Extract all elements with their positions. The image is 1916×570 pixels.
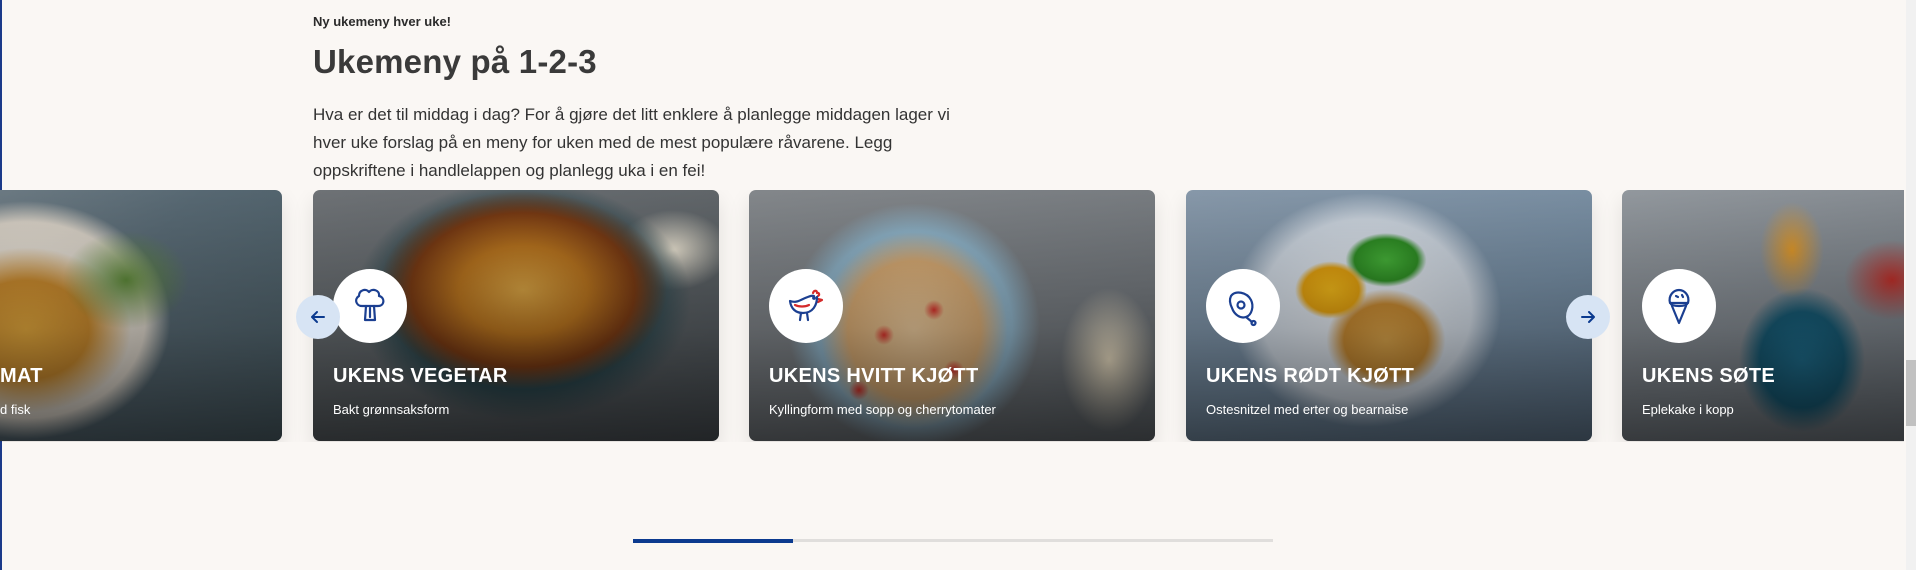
arrow-left-icon xyxy=(311,311,325,323)
recipe-card-subtitle: Kyllingform med sopp og cherrytomater xyxy=(769,402,996,417)
page-title: Ukemeny på 1-2-3 xyxy=(313,43,597,80)
scrollbar-thumb[interactable] xyxy=(1906,360,1916,426)
recipe-card-title: UKENS SØTE xyxy=(1642,365,1776,387)
image-shade xyxy=(0,190,282,441)
category-badge xyxy=(769,269,843,343)
recipe-card-red-meat[interactable]: UKENS RØDT KJØTT Ostesnitzel med erter o… xyxy=(1186,190,1592,441)
chicken-icon xyxy=(788,289,824,322)
recipe-card-title: UKENS HVITT KJØTT xyxy=(769,365,979,387)
recipe-card-white-meat[interactable]: UKENS HVITT KJØTT Kyllingform med sopp o… xyxy=(749,190,1155,441)
carousel-prev-button[interactable] xyxy=(296,295,340,339)
page-scrollbar[interactable] xyxy=(1906,0,1916,570)
eyebrow-text: Ny ukemeny hver uke! xyxy=(313,14,452,29)
recipe-card-subtitle: Bakt grønnsaksform xyxy=(333,402,450,417)
meat-leg-icon xyxy=(1228,291,1257,327)
recipe-card-subtitle: d fisk xyxy=(0,402,31,417)
recipe-card-title: UKENS VEGETAR xyxy=(333,365,508,387)
category-badge xyxy=(333,269,407,343)
weekly-menu-intro: Ny ukemeny hver uke! Ukemeny på 1-2-3 Hv… xyxy=(313,14,953,185)
intro-description: Hva er det til middag i dag? For å gjøre… xyxy=(313,105,950,180)
broccoli-icon xyxy=(355,288,385,322)
recipe-card-sweet[interactable]: UKENS SØTE Eplekake i kopp xyxy=(1622,190,1904,441)
recipe-card-vegetarian[interactable]: UKENS VEGETAR Bakt grønnsaksform xyxy=(313,190,719,441)
recipe-card-subtitle: Eplekake i kopp xyxy=(1642,402,1734,417)
carousel-progress-fill xyxy=(633,539,793,543)
recipe-card-fish[interactable]: MAT d fisk xyxy=(0,190,282,441)
recipe-card-subtitle: Ostesnitzel med erter og bearnaise xyxy=(1206,402,1409,417)
carousel-next-button[interactable] xyxy=(1566,295,1610,339)
page: Ny ukemeny hver uke! Ukemeny på 1-2-3 Hv… xyxy=(0,0,1916,570)
recipe-card-title: UKENS RØDT KJØTT xyxy=(1206,365,1415,387)
recipe-card-title: MAT xyxy=(0,365,43,387)
arrow-right-icon xyxy=(1581,311,1595,323)
ice-cream-icon xyxy=(1668,288,1690,325)
category-badge xyxy=(1642,269,1716,343)
carousel-progress[interactable] xyxy=(633,539,1273,543)
category-badge xyxy=(1206,269,1280,343)
recipe-carousel: MAT d fisk UKENS VEGETAR Bakt grønnsaksf… xyxy=(0,190,1904,442)
